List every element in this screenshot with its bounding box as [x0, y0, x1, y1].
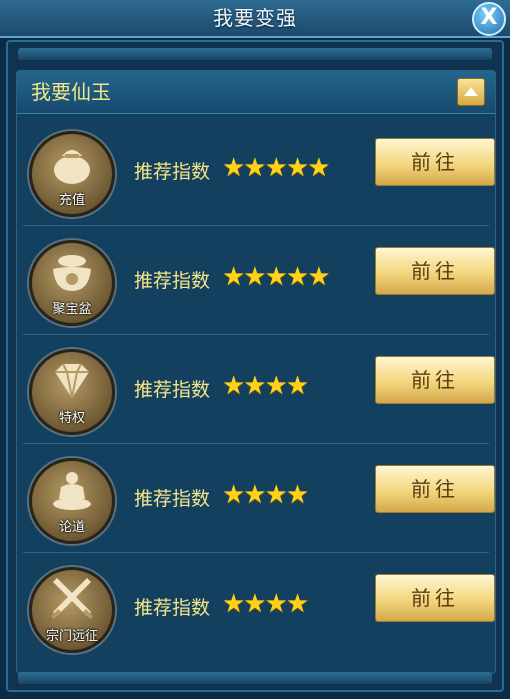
recommend-label: 推荐指数	[134, 379, 211, 401]
recommend-label: 推荐指数	[134, 597, 211, 619]
close-button[interactable]: X	[472, 2, 506, 36]
go-button[interactable]: 前往	[375, 247, 495, 295]
go-button[interactable]: 前往	[375, 465, 495, 513]
badge-label: 特权	[58, 411, 85, 426]
badge-label: 论道	[58, 520, 85, 535]
rating-stars: ★★★★★	[222, 153, 331, 183]
badge-label: 聚宝盆	[52, 302, 92, 317]
go-button[interactable]: 前往	[375, 138, 495, 186]
list-item: 论道 推荐指数 ★★★★ 前往	[23, 444, 495, 553]
diamond-icon	[55, 363, 89, 399]
rating-stars: ★★★★	[222, 371, 309, 401]
title-bar: 我要变强 X	[0, 0, 510, 38]
go-button[interactable]: 前往	[375, 574, 495, 622]
section-title: 我要仙玉	[31, 80, 111, 104]
badge-label: 充值	[58, 193, 85, 208]
triangle-up-icon	[464, 87, 478, 96]
list-item: 聚宝盆 推荐指数 ★★★★★ 前往	[23, 226, 495, 335]
list-item: 充值 推荐指数 ★★★★★ 前往	[23, 117, 495, 226]
close-icon: X	[480, 5, 498, 30]
money-bag-icon	[54, 150, 90, 184]
crossed-swords-icon	[51, 578, 93, 619]
recommend-label: 推荐指数	[134, 270, 211, 292]
list-item: 宗门远征 推荐指数 ★★★★ 前往	[23, 553, 495, 661]
list-item: 特权 推荐指数 ★★★★ 前往	[23, 335, 495, 444]
feature-badge[interactable]: 论道	[29, 458, 115, 544]
go-button[interactable]: 前往	[375, 356, 495, 404]
feature-badge[interactable]: 宗门远征	[29, 567, 115, 653]
window-title: 我要变强	[213, 6, 297, 30]
recommend-label: 推荐指数	[134, 161, 211, 183]
rating-stars: ★★★★	[222, 589, 309, 619]
collapse-button[interactable]	[457, 78, 485, 106]
section-header[interactable]: 我要仙玉	[17, 71, 495, 114]
top-decor-bar	[18, 48, 492, 60]
recommend-label: 推荐指数	[134, 488, 211, 510]
badge-label: 宗门远征	[45, 629, 98, 644]
feature-badge[interactable]: 充值	[29, 131, 115, 217]
feature-badge[interactable]: 特权	[29, 349, 115, 435]
rating-stars: ★★★★	[222, 480, 309, 510]
treasure-bowl-icon	[53, 255, 91, 291]
bottom-decor-bar	[18, 672, 492, 684]
panel-frame: 我要仙玉 充值 推荐指数 ★★★★★ 前往 聚宝盆 推荐指数 ★★★★★ 前往 …	[6, 40, 504, 692]
section-panel: 我要仙玉 充值 推荐指数 ★★★★★ 前往 聚宝盆 推荐指数 ★★★★★ 前往 …	[16, 70, 496, 674]
rating-stars: ★★★★★	[222, 262, 331, 292]
meditation-icon	[53, 472, 91, 510]
feature-badge[interactable]: 聚宝盆	[29, 240, 115, 326]
